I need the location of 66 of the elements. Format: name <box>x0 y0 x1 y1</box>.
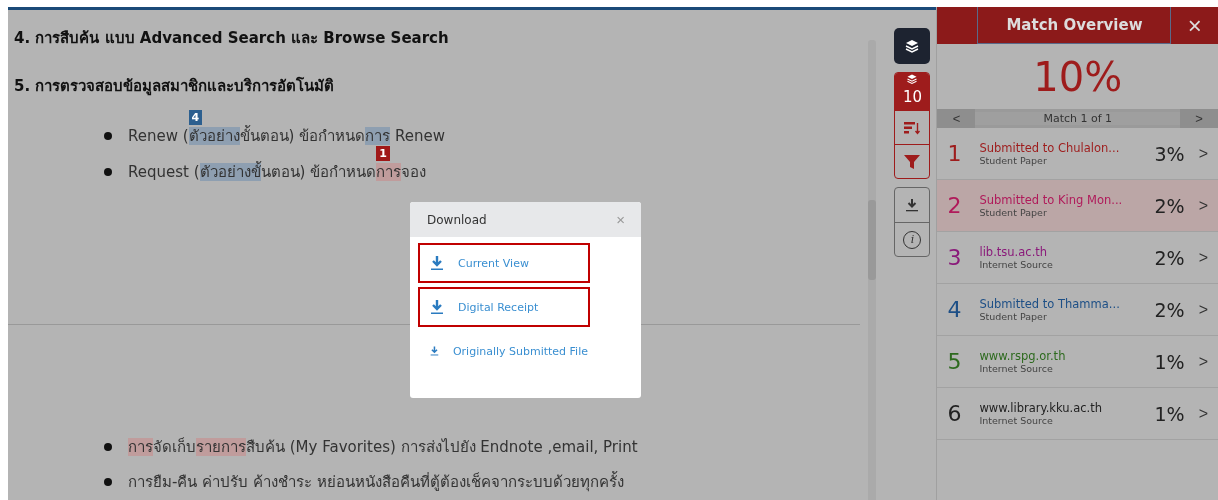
match-row[interactable]: 4 Submitted to Thamma... Student Paper 2% > <box>937 284 1218 336</box>
bullet-icon <box>104 478 112 487</box>
match-row[interactable]: 2 Submitted to King Mon... Student Paper 2% > <box>937 180 1218 232</box>
source-type: Internet Source <box>979 259 1054 270</box>
source-type: Student Paper <box>979 311 1048 322</box>
bullet-text: การจัดเก็บรายการสืบค้น (My Favorites) การส่งไปยัง Endnote ,email, Print <box>128 436 638 458</box>
layers-icon <box>904 38 921 54</box>
highlighted-text: การ <box>365 127 391 146</box>
scrollbar-track[interactable] <box>868 40 877 500</box>
match-count-button[interactable]: 10 <box>895 73 930 110</box>
bullet-icon <box>104 132 112 141</box>
download-icon <box>430 299 444 315</box>
match-source: lib.tsu.ac.th <box>979 245 1049 259</box>
match-percent: 2% <box>1153 194 1185 217</box>
match-number: 1 <box>947 141 963 166</box>
download-icon <box>430 255 444 271</box>
match-number-badge[interactable]: 1 <box>376 145 390 161</box>
match-source: www.library.kku.ac.th <box>979 401 1104 415</box>
similarity-score: 10% <box>1032 52 1124 102</box>
download-option[interactable]: Originally Submitted File <box>418 331 590 371</box>
download-option[interactable]: Current View <box>418 243 590 283</box>
match-percent: 2% <box>1153 246 1185 269</box>
dialog-title: Download <box>427 212 487 227</box>
previous-button[interactable]: < <box>937 109 976 128</box>
match-source: Submitted to Chulalon... <box>979 141 1121 155</box>
match-number: 6 <box>947 401 963 426</box>
filter-icon <box>904 154 921 169</box>
close-button[interactable]: × <box>1171 7 1218 44</box>
panel-title: Match Overview <box>977 7 1172 44</box>
match-number: 4 <box>947 297 963 322</box>
match-row[interactable]: 5 www.rspg.or.th Internet Source 1% > <box>937 336 1218 388</box>
download-option[interactable]: Digital Receipt <box>418 287 590 327</box>
source-type: Student Paper <box>979 207 1048 218</box>
bullet-icon <box>104 442 112 451</box>
match-number: 5 <box>947 349 963 374</box>
match-percent: 1% <box>1153 402 1185 425</box>
match-source: Submitted to King Mon... <box>979 193 1124 207</box>
match-percent: 3% <box>1153 142 1185 165</box>
highlighted-text: รายการ <box>196 437 246 456</box>
source-type: Internet Source <box>979 363 1054 374</box>
match-percent: 2% <box>1153 298 1185 321</box>
match-number: 2 <box>947 193 963 218</box>
source-type: Student Paper <box>979 155 1048 166</box>
match-number: 3 <box>947 245 963 270</box>
highlighted-text: การ <box>128 437 153 456</box>
match-navigation-label: Match 1 of 1 <box>975 112 1180 125</box>
match-percent: 1% <box>1153 350 1185 373</box>
highlighted-text: การ <box>376 162 402 181</box>
layers-button[interactable] <box>894 28 931 64</box>
sort-icon <box>904 120 921 135</box>
section-heading: 4. การสืบค้น แบบ Advanced Search และ Browse Search <box>14 28 449 50</box>
match-source: Submitted to Thamma... <box>979 297 1121 311</box>
match-row[interactable]: 3 lib.tsu.ac.th Internet Source 2% > <box>937 232 1218 284</box>
download-icon <box>906 198 919 212</box>
highlighted-text: ตัวอย่าง <box>188 127 240 146</box>
layers-icon <box>906 73 919 85</box>
match-number-badge[interactable]: 4 <box>188 110 203 126</box>
match-source: www.rspg.or.th <box>979 349 1067 363</box>
section-heading: 5. การตรวจสอบข้อมูลสมาชิกและบริการอัตโนมัติ <box>14 76 335 98</box>
next-button[interactable]: > <box>1180 109 1218 128</box>
bullet-icon <box>104 167 112 176</box>
scrollbar-thumb[interactable] <box>868 200 877 280</box>
source-type: Internet Source <box>979 415 1054 426</box>
bullet-text: การยืม-คืน ค่าปรับ ค้างชำระ หย่อนหนังสือคืนที่ตู้ต้องเช็คจากระบบด้วยทุกครั้ง <box>128 470 624 494</box>
highlighted-text: ตัวอย่างขั้ <box>199 162 261 181</box>
match-row[interactable]: 6 www.library.kku.ac.th Internet Source 1% > <box>937 388 1218 440</box>
